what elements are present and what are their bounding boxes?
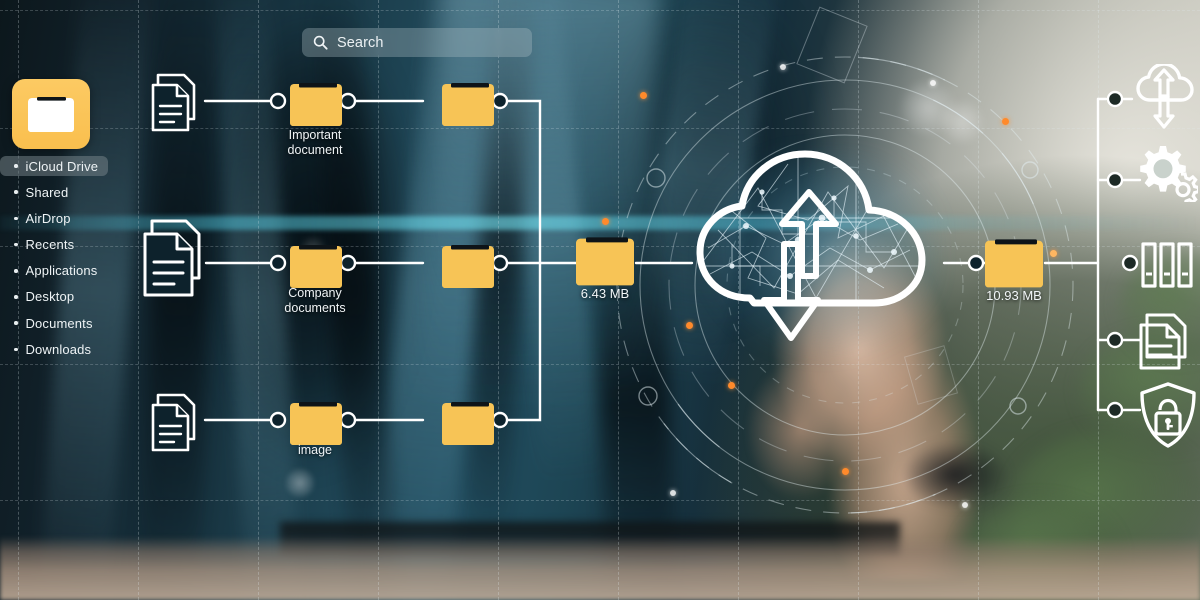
sidebar-item-label: Downloads (25, 341, 92, 357)
sidebar-item-desktop[interactable]: Desktop (0, 287, 84, 307)
folder-row3-second[interactable] (440, 397, 496, 452)
sidebar-item-documents[interactable]: Documents (0, 313, 103, 333)
gears-icon[interactable] (1136, 142, 1200, 207)
folder-merged[interactable] (574, 232, 636, 293)
document-stack-icon-large (142, 218, 218, 305)
folder-label: Important document (287, 128, 343, 157)
documents-icon[interactable] (1138, 312, 1196, 377)
shield-lock-icon[interactable] (1138, 382, 1198, 453)
sidebar-item-label: Shared (25, 184, 69, 200)
desk-surface (0, 536, 1200, 600)
sidebar-item-applications[interactable]: Applications (0, 261, 107, 281)
folder-label: Company documents (284, 286, 346, 315)
bullet-icon (14, 190, 18, 194)
light-beam (419, 0, 661, 406)
search-icon (313, 35, 328, 50)
sidebar-item-label: iCloud Drive (25, 158, 99, 174)
folder-output[interactable] (983, 234, 1045, 295)
bullet-icon (14, 164, 18, 168)
folder-row2-second[interactable] (440, 240, 496, 295)
bullet-icon (14, 347, 18, 352)
wristwatch (900, 440, 1010, 510)
bullet-icon (14, 295, 18, 299)
folder-row1-second[interactable] (440, 78, 496, 133)
sidebar-item-label: Recents (25, 237, 75, 253)
shirt-button (285, 468, 315, 498)
document-stack-icon (150, 392, 208, 459)
search-placeholder-text: Search (337, 34, 384, 51)
bullet-icon (14, 269, 18, 273)
sidebar-item-airdrop[interactable]: AirDrop (0, 208, 81, 228)
sidebar-item-shared[interactable]: Shared (0, 182, 78, 202)
sidebar: iCloud Drive Shared AirDrop Recents Appl… (0, 156, 130, 366)
search-input[interactable]: Search (302, 28, 532, 57)
screenshot-root: Important document Company documents ima… (0, 0, 1200, 600)
bullet-icon (14, 242, 18, 247)
document-stack-icon (150, 72, 208, 139)
binders-icon[interactable] (1140, 240, 1194, 295)
cloud-download-icon[interactable] (1134, 62, 1196, 135)
sidebar-item-label: Applications (25, 263, 98, 279)
bokeh-light (940, 100, 984, 144)
sidebar-item-label: Documents (25, 315, 93, 331)
sidebar-item-recents[interactable]: Recents (0, 235, 84, 255)
folder-label: image (297, 443, 333, 457)
sidebar-item-label: Desktop (25, 289, 75, 305)
sidebar-item-label: AirDrop (25, 210, 71, 226)
bullet-icon (14, 321, 18, 325)
bullet-icon (14, 216, 18, 221)
folder-size-output: 10.93 MB (986, 288, 1042, 303)
folder-app-icon[interactable] (12, 79, 90, 149)
sidebar-item-downloads[interactable]: Downloads (0, 339, 101, 359)
folder-important-document[interactable] (288, 78, 344, 133)
folder-size-merged: 6.43 MB (580, 286, 630, 301)
sidebar-item-icloud-drive[interactable]: iCloud Drive (0, 156, 109, 176)
